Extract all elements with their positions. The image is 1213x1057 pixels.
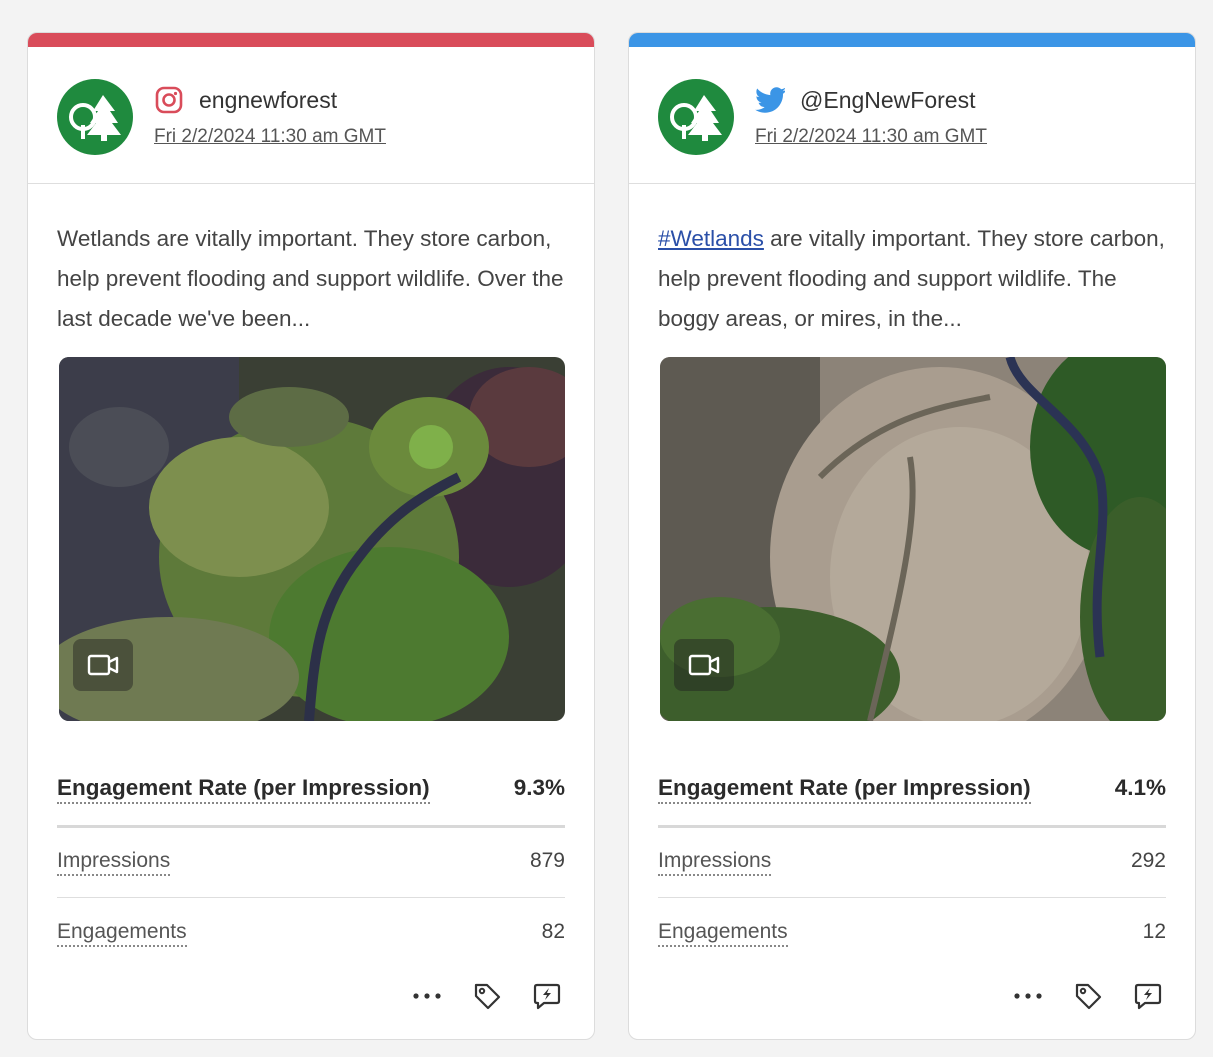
video-icon: [73, 639, 133, 691]
post-timestamp[interactable]: Fri 2/2/2024 11:30 am GMT: [154, 126, 386, 148]
impressions-row: Impressions 879: [57, 827, 565, 898]
post-text: #Wetlands are vitally important. They st…: [658, 219, 1168, 339]
post-text: Wetlands are vitally important. They sto…: [57, 226, 564, 331]
tag-icon[interactable]: [469, 978, 505, 1014]
engagement-rate-row: Engagement Rate (per Impression) 9.3%: [57, 771, 565, 828]
network-color-bar: [629, 33, 1195, 47]
engagement-rate-value: 4.1%: [1114, 775, 1166, 800]
engagement-rate-label[interactable]: Engagement Rate (per Impression): [57, 774, 430, 804]
wetland-aerial-image: [59, 357, 565, 721]
more-options-icon[interactable]: [1010, 978, 1046, 1014]
engagements-row: Engagements 12: [658, 898, 1166, 968]
engagements-label[interactable]: Engagements: [658, 919, 788, 947]
forest-logo-icon: [69, 95, 121, 141]
hashtag-link[interactable]: #Wetlands: [658, 226, 764, 251]
more-options-icon[interactable]: [409, 978, 445, 1014]
engagements-label[interactable]: Engagements: [57, 919, 187, 947]
profile-avatar[interactable]: [57, 79, 133, 155]
profile-avatar[interactable]: [658, 79, 734, 155]
post-timestamp[interactable]: Fri 2/2/2024 11:30 am GMT: [755, 126, 987, 148]
boost-icon[interactable]: [1130, 978, 1166, 1014]
network-color-bar: [28, 33, 594, 47]
impressions-value: 879: [529, 849, 565, 872]
instagram-icon: [154, 85, 184, 115]
post-card-instagram[interactable]: engnewforest Fri 2/2/2024 11:30 am GMT W…: [27, 32, 595, 1040]
engagement-rate-value: 9.3%: [513, 775, 565, 800]
post-media-thumbnail[interactable]: [59, 357, 565, 721]
post-cards-board: engnewforest Fri 2/2/2024 11:30 am GMT W…: [0, 0, 1213, 1057]
twitter-bird-icon: [755, 85, 785, 115]
account-handle[interactable]: engnewforest: [199, 87, 337, 114]
boost-icon[interactable]: [529, 978, 565, 1014]
impressions-label[interactable]: Impressions: [658, 848, 772, 876]
account-handle[interactable]: @EngNewForest: [800, 87, 975, 114]
impressions-value: 292: [1130, 849, 1166, 872]
post-actions: [409, 978, 565, 1014]
post-actions: [1010, 978, 1166, 1014]
impressions-label[interactable]: Impressions: [57, 848, 171, 876]
engagements-value: 82: [541, 920, 565, 943]
engagement-rate-label[interactable]: Engagement Rate (per Impression): [658, 774, 1031, 804]
post-header: engnewforest Fri 2/2/2024 11:30 am GMT: [28, 47, 594, 184]
engagements-row: Engagements 82: [57, 898, 565, 968]
bog-aerial-image: [660, 357, 1166, 721]
video-icon: [674, 639, 734, 691]
post-media-thumbnail[interactable]: [660, 357, 1166, 721]
engagements-value: 12: [1142, 920, 1166, 943]
engagement-rate-row: Engagement Rate (per Impression) 4.1%: [658, 771, 1166, 828]
post-header: @EngNewForest Fri 2/2/2024 11:30 am GMT: [629, 47, 1195, 184]
post-card-twitter[interactable]: @EngNewForest Fri 2/2/2024 11:30 am GMT …: [628, 32, 1196, 1040]
tag-icon[interactable]: [1070, 978, 1106, 1014]
impressions-row: Impressions 292: [658, 827, 1166, 898]
forest-logo-icon: [670, 95, 722, 141]
